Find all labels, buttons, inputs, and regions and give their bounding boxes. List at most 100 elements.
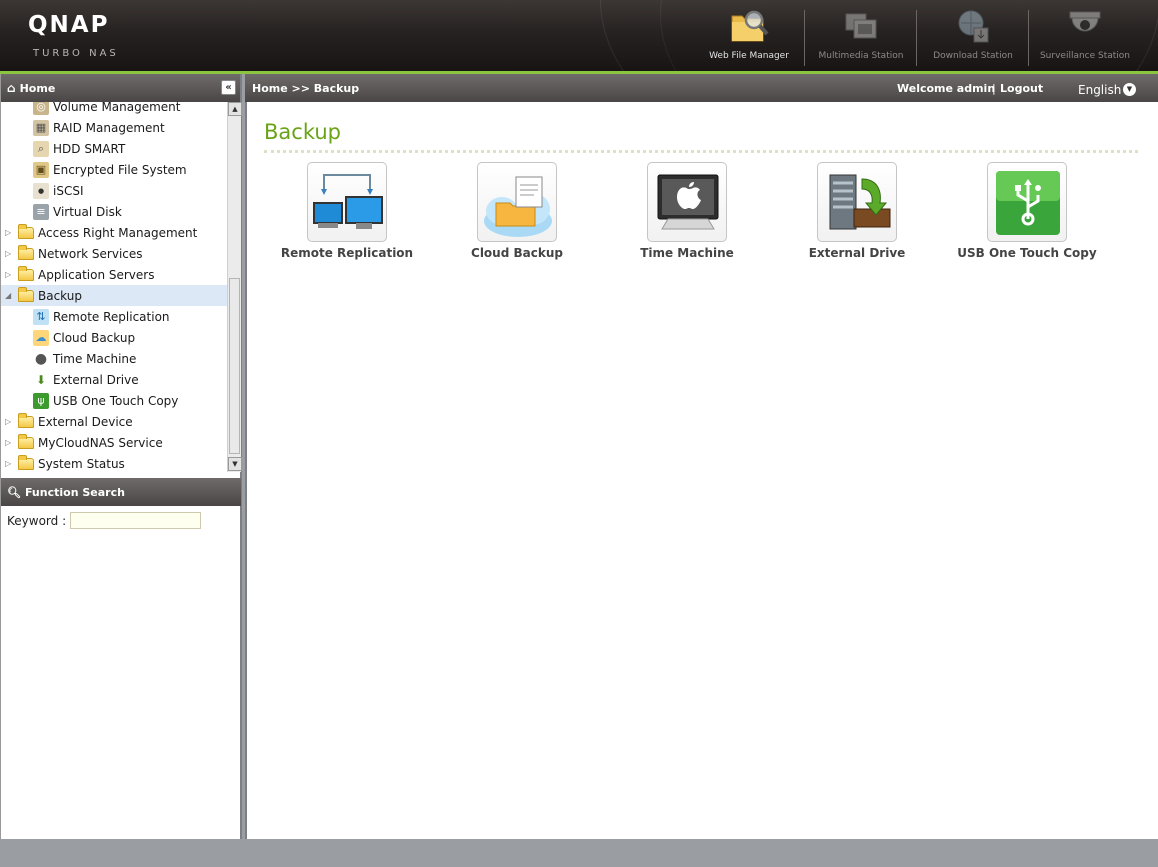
- sidebar-item-virtual-disk[interactable]: ≡ Virtual Disk: [1, 201, 227, 222]
- app-download-station[interactable]: Download Station: [917, 6, 1029, 66]
- sidebar-item-raid-management[interactable]: ▦ RAID Management: [1, 117, 227, 138]
- sidebar-item-label: Volume Management: [53, 102, 181, 114]
- folder-open-icon: [18, 286, 34, 302]
- sidebar-item-encrypted-file-system[interactable]: ▣ Encrypted File System: [1, 159, 227, 180]
- sidebar-item-hdd-smart[interactable]: ⌕ HDD SMART: [1, 138, 227, 159]
- expand-arrow-icon[interactable]: ▷: [5, 228, 15, 237]
- sidebar: ⌂ Home « ◎ Volume Management ▦ RAID Mana…: [0, 74, 242, 839]
- apple-icon: ●: [34, 350, 48, 367]
- expand-arrow-icon[interactable]: ▷: [5, 438, 15, 447]
- app-multimedia-station[interactable]: Multimedia Station: [805, 6, 917, 66]
- tile-label: Remote Replication: [280, 246, 414, 260]
- time-machine-icon[interactable]: [647, 162, 727, 242]
- hdd-smart-icon: ⌕: [33, 140, 49, 157]
- folder-icon: [18, 454, 34, 470]
- scroll-up-button[interactable]: ▲: [228, 102, 242, 116]
- keyword-label: Keyword :: [7, 513, 67, 528]
- footer-bar: [0, 839, 1158, 867]
- sidebar-item-external-device[interactable]: ▷ External Device: [1, 411, 227, 432]
- language-select[interactable]: English: [1078, 83, 1121, 97]
- sidebar-item-backup[interactable]: ◢ Backup: [1, 285, 227, 306]
- chevron-down-icon[interactable]: ▼: [1123, 83, 1136, 96]
- navigation-tree: ◎ Volume Management ▦ RAID Management ⌕ …: [1, 102, 227, 472]
- app-label: Download Station: [933, 51, 1013, 61]
- iscsi-icon: ●: [33, 182, 49, 199]
- external-drive-icon[interactable]: [817, 162, 897, 242]
- usb-icon[interactable]: [987, 162, 1067, 242]
- scroll-thumb[interactable]: [229, 278, 240, 454]
- folder-icon: [18, 223, 34, 239]
- expand-arrow-icon[interactable]: ▷: [5, 270, 15, 279]
- multimedia-icon: [840, 6, 882, 46]
- tile-usb-one-touch-copy[interactable]: USB One Touch Copy: [947, 162, 1107, 260]
- sidebar-item-label: System Status: [38, 456, 125, 471]
- collapse-arrow-icon[interactable]: ◢: [5, 291, 15, 300]
- turbo-nas-logo: Turbo NAS: [33, 48, 119, 59]
- volume-icon: ◎: [33, 102, 49, 115]
- sidebar-item-volume-management[interactable]: ◎ Volume Management: [1, 102, 227, 117]
- app-header: QNAP Turbo NAS Web File Manager Multimed…: [0, 0, 1158, 72]
- sidebar-item-label: iSCSI: [53, 183, 84, 198]
- tree-scrollbar[interactable]: ▲ ▼: [227, 102, 242, 472]
- tile-time-machine[interactable]: Time Machine: [607, 162, 767, 260]
- tile-label: Time Machine: [640, 246, 734, 260]
- sidebar-item-access-right-management[interactable]: ▷ Access Right Management: [1, 222, 227, 243]
- sidebar-item-time-machine[interactable]: ● Time Machine: [1, 348, 227, 369]
- sidebar-item-application-servers[interactable]: ▷ Application Servers: [1, 264, 227, 285]
- folder-icon: [18, 433, 34, 449]
- download-globe-icon: [952, 6, 994, 46]
- sidebar-header: ⌂ Home «: [1, 74, 240, 102]
- logout-link[interactable]: Logout: [1000, 82, 1043, 95]
- folder-magnifier-icon: [728, 6, 770, 46]
- raid-icon: ▦: [33, 119, 49, 136]
- tile-label: USB One Touch Copy: [957, 246, 1097, 260]
- virtual-disk-icon: ≡: [33, 203, 49, 220]
- tile-cloud-backup[interactable]: Cloud Backup: [437, 162, 597, 260]
- sidebar-item-label: RAID Management: [53, 120, 165, 135]
- keyword-input[interactable]: [70, 512, 202, 529]
- sidebar-item-label: USB One Touch Copy: [53, 393, 179, 408]
- expand-arrow-icon[interactable]: ▷: [5, 417, 15, 426]
- app-label: Surveillance Station: [1039, 51, 1131, 61]
- sidebar-item-label: Virtual Disk: [53, 204, 122, 219]
- lock-icon: ▣: [33, 161, 49, 178]
- scroll-down-button[interactable]: ▼: [228, 457, 242, 471]
- sidebar-item-label: Remote Replication: [53, 309, 170, 324]
- sidebar-item-label: Cloud Backup: [53, 330, 136, 345]
- welcome-text: Welcome admin: [897, 82, 996, 95]
- app-surveillance-station[interactable]: Surveillance Station: [1029, 6, 1141, 66]
- collapse-sidebar-button[interactable]: «: [221, 80, 236, 95]
- expand-arrow-icon[interactable]: ▷: [5, 459, 15, 468]
- home-icon: ⌂: [7, 81, 16, 95]
- sidebar-item-mycloudnas-service[interactable]: ▷ MyCloudNAS Service: [1, 432, 227, 453]
- sidebar-item-iscsi[interactable]: ● iSCSI: [1, 180, 227, 201]
- sidebar-item-system-status[interactable]: ▷ System Status: [1, 453, 227, 472]
- main-content: Backup Remote Replication Cloud Backup T…: [245, 102, 1158, 839]
- sidebar-item-cloud-backup[interactable]: ☁ Cloud Backup: [1, 327, 227, 348]
- sidebar-item-label: Time Machine: [53, 351, 137, 366]
- folder-icon: [18, 412, 34, 428]
- breadcrumb[interactable]: Home >> Backup: [252, 82, 359, 95]
- folder-icon: [18, 244, 34, 260]
- sidebar-item-label: Network Services: [38, 246, 143, 261]
- tile-remote-replication[interactable]: Remote Replication: [267, 162, 427, 260]
- sidebar-item-remote-replication[interactable]: ⇅ Remote Replication: [1, 306, 227, 327]
- remote-replication-icon[interactable]: [307, 162, 387, 242]
- title-divider: [264, 150, 1138, 153]
- app-web-file-manager[interactable]: Web File Manager: [693, 6, 805, 66]
- page-title: Backup: [264, 120, 341, 144]
- app-label: Multimedia Station: [818, 51, 904, 61]
- topbar-separator: |: [992, 82, 996, 95]
- expand-arrow-icon[interactable]: ▷: [5, 249, 15, 258]
- sidebar-item-network-services[interactable]: ▷ Network Services: [1, 243, 227, 264]
- tile-external-drive[interactable]: External Drive: [777, 162, 937, 260]
- cloud-backup-icon[interactable]: [477, 162, 557, 242]
- cloud-backup-icon: ☁: [33, 329, 49, 346]
- sidebar-item-external-drive[interactable]: ⬇ External Drive: [1, 369, 227, 390]
- tile-label: External Drive: [808, 246, 906, 260]
- remote-replication-icon: ⇅: [33, 308, 49, 325]
- function-search-header: 🔍︎ Function Search: [1, 478, 241, 506]
- sidebar-item-label: External Drive: [53, 372, 139, 387]
- qnap-logo: QNAP: [28, 12, 110, 38]
- sidebar-item-usb-one-touch-copy[interactable]: ψ USB One Touch Copy: [1, 390, 227, 411]
